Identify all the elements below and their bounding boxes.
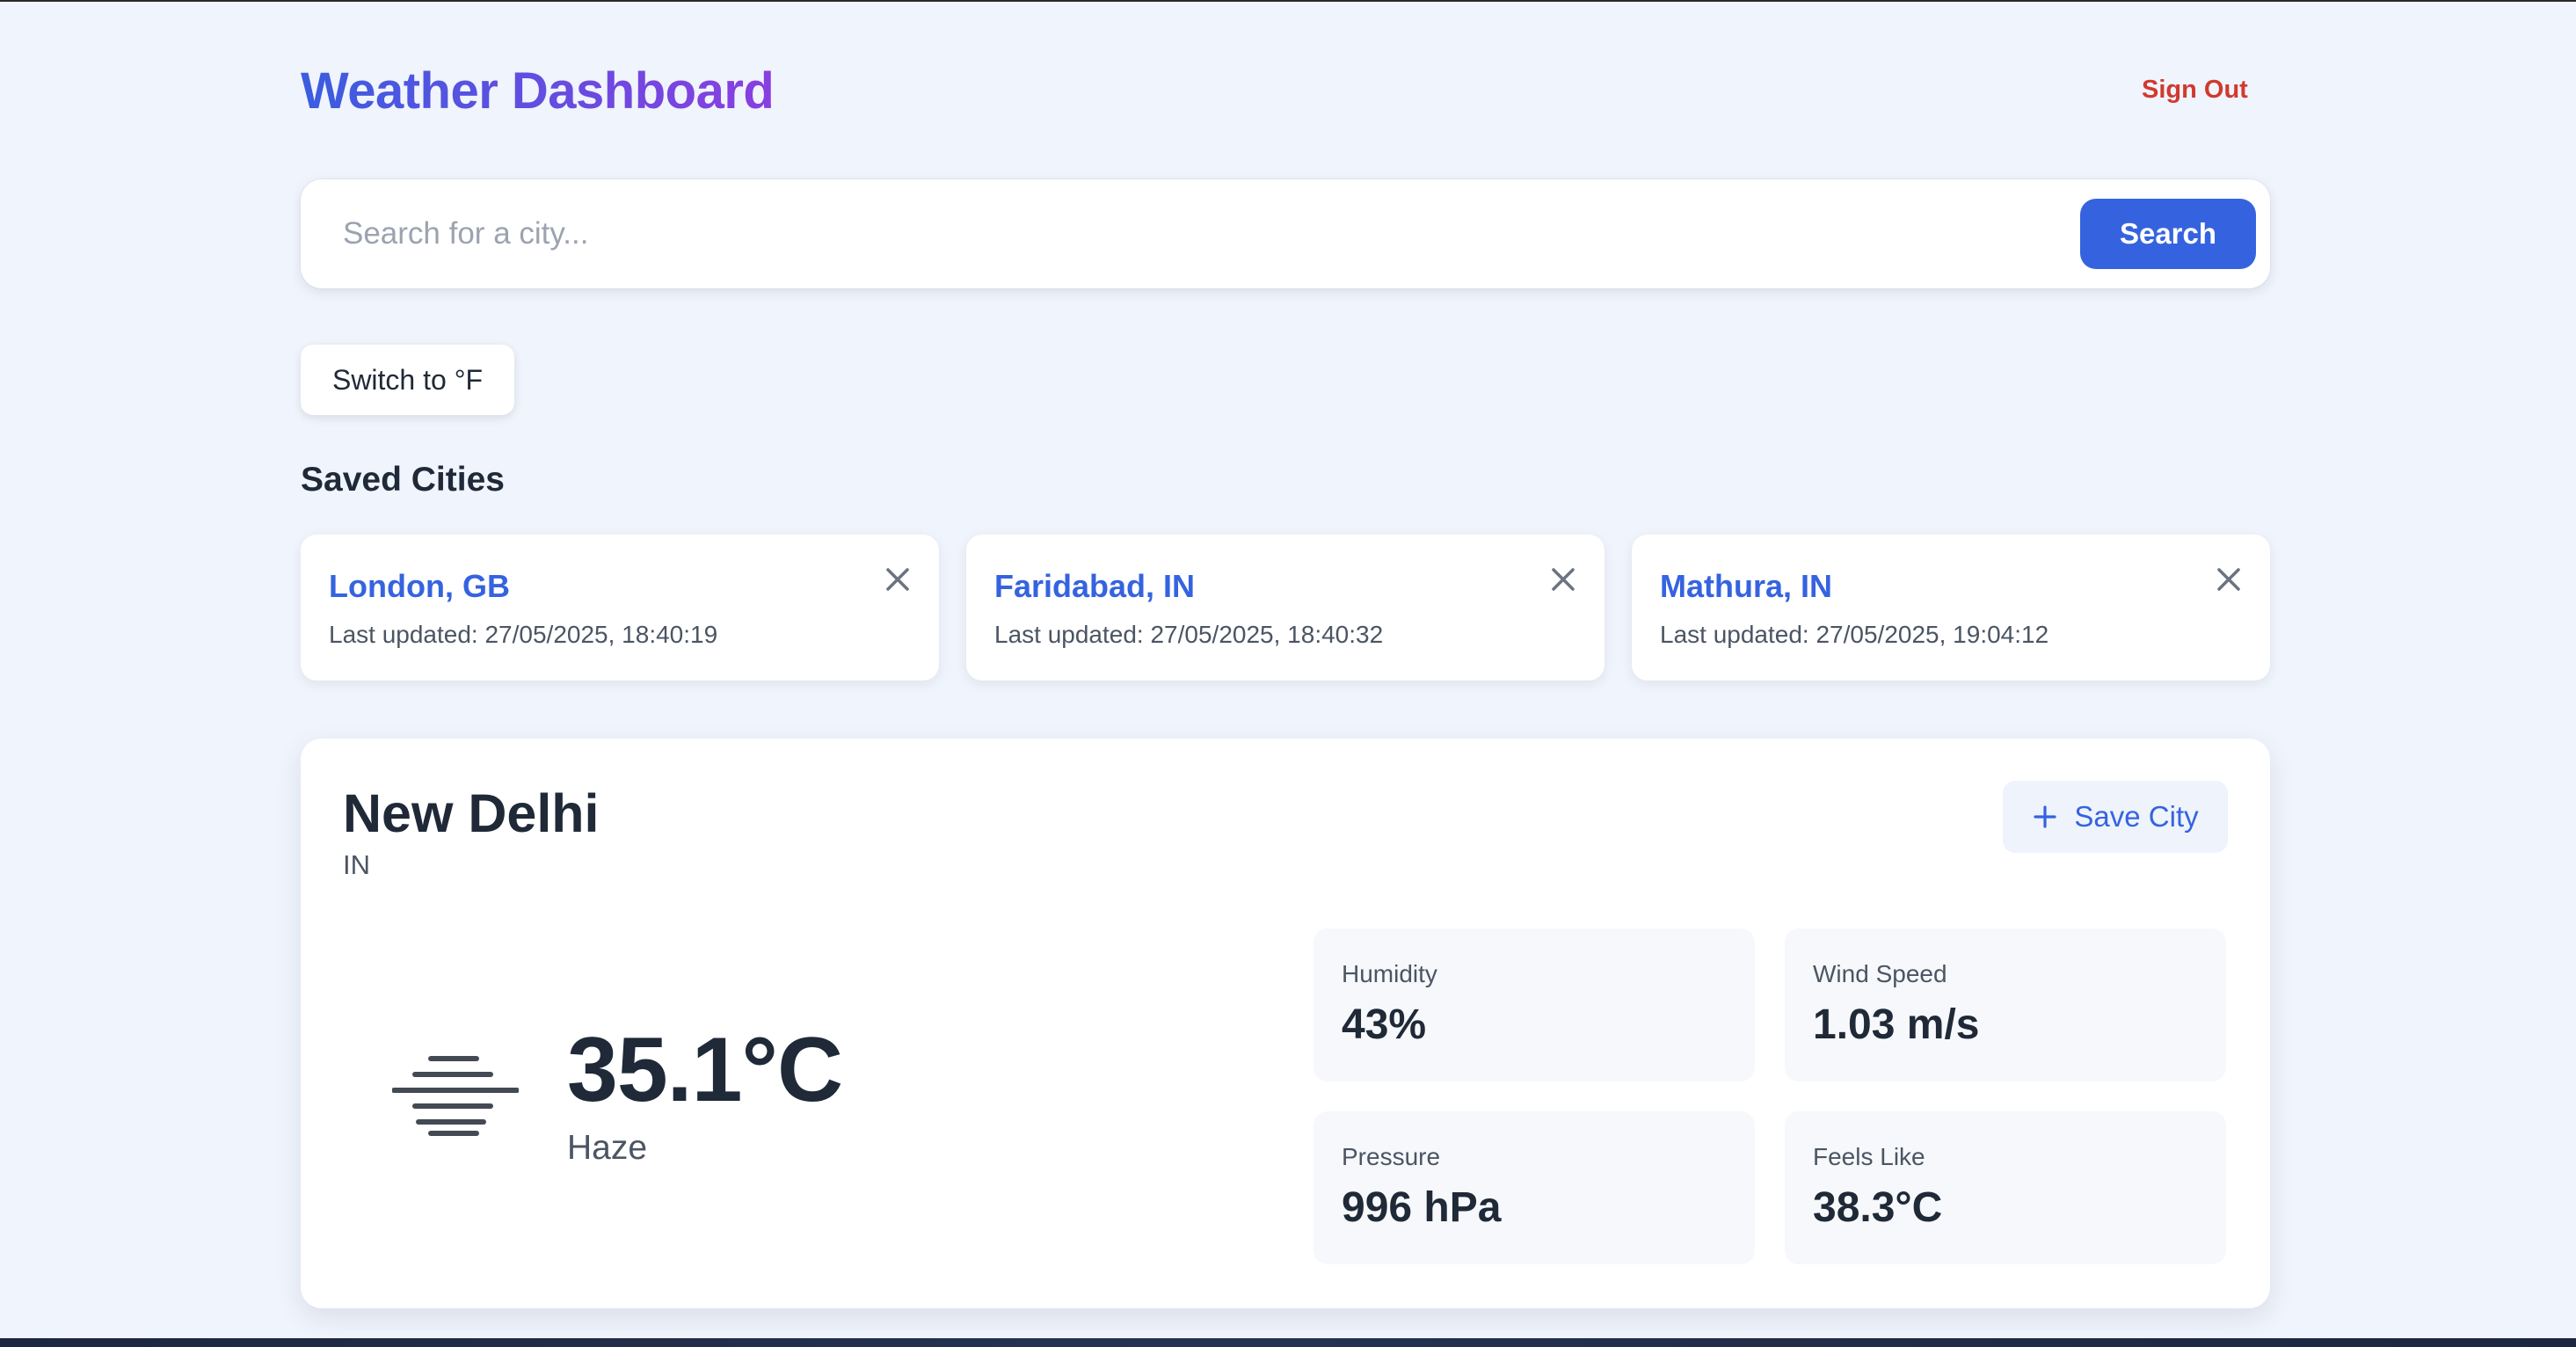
plus-icon <box>2034 805 2056 828</box>
wind-speed-stat: Wind Speed 1.03 m/s <box>1785 928 2226 1081</box>
pressure-stat: Pressure 996 hPa <box>1313 1111 1755 1264</box>
close-icon[interactable] <box>1548 564 1578 594</box>
saved-cities-heading: Saved Cities <box>301 461 505 499</box>
current-country: IN <box>343 849 370 880</box>
stat-value: 996 hPa <box>1342 1184 1502 1231</box>
saved-city-card-faridabad[interactable]: Faridabad, IN Last updated: 27/05/2025, … <box>966 535 1605 681</box>
close-icon[interactable] <box>2214 564 2244 594</box>
current-temperature: 35.1°C <box>567 1019 843 1121</box>
saved-city-card-mathura[interactable]: Mathura, IN Last updated: 27/05/2025, 19… <box>1632 535 2270 681</box>
save-city-button[interactable]: Save City <box>2003 781 2228 853</box>
stat-label: Wind Speed <box>1813 960 1947 987</box>
save-city-label: Save City <box>2074 800 2199 833</box>
stat-value: 1.03 m/s <box>1813 1001 1980 1048</box>
unit-toggle-button[interactable]: Switch to °F <box>301 345 514 415</box>
stat-value: 43% <box>1342 1001 1427 1048</box>
stat-label: Humidity <box>1342 960 1437 987</box>
app-window: Weather Dashboard Sign Out Search Switch… <box>0 0 2576 1338</box>
haze-icon <box>392 1056 519 1136</box>
search-bar: Search <box>301 179 2270 288</box>
saved-city-updated: Last updated: 27/05/2025, 18:40:32 <box>994 621 1384 648</box>
page-title: Weather Dashboard <box>301 62 775 120</box>
saved-city-card-london[interactable]: London, GB Last updated: 27/05/2025, 18:… <box>301 535 939 681</box>
search-input[interactable] <box>343 206 2066 262</box>
saved-city-updated: Last updated: 27/05/2025, 19:04:12 <box>1660 621 2049 648</box>
saved-city-name[interactable]: Mathura, IN <box>1660 568 1832 605</box>
current-condition: Haze <box>567 1129 648 1167</box>
desktop-edge <box>0 1338 2576 1347</box>
saved-city-updated: Last updated: 27/05/2025, 18:40:19 <box>329 621 718 648</box>
feels-like-stat: Feels Like 38.3°C <box>1785 1111 2226 1264</box>
humidity-stat: Humidity 43% <box>1313 928 1755 1081</box>
saved-city-name[interactable]: London, GB <box>329 568 510 605</box>
saved-city-name[interactable]: Faridabad, IN <box>994 568 1195 605</box>
close-icon[interactable] <box>883 564 913 594</box>
stat-value: 38.3°C <box>1813 1184 1943 1231</box>
sign-out-button[interactable]: Sign Out <box>2142 76 2248 105</box>
current-weather-card: New Delhi IN Save City 35.1°C Haze Humid… <box>301 739 2270 1308</box>
stat-label: Feels Like <box>1813 1143 1925 1170</box>
search-button[interactable]: Search <box>2080 199 2256 269</box>
stat-label: Pressure <box>1342 1143 1441 1170</box>
current-city-name: New Delhi <box>343 783 600 843</box>
